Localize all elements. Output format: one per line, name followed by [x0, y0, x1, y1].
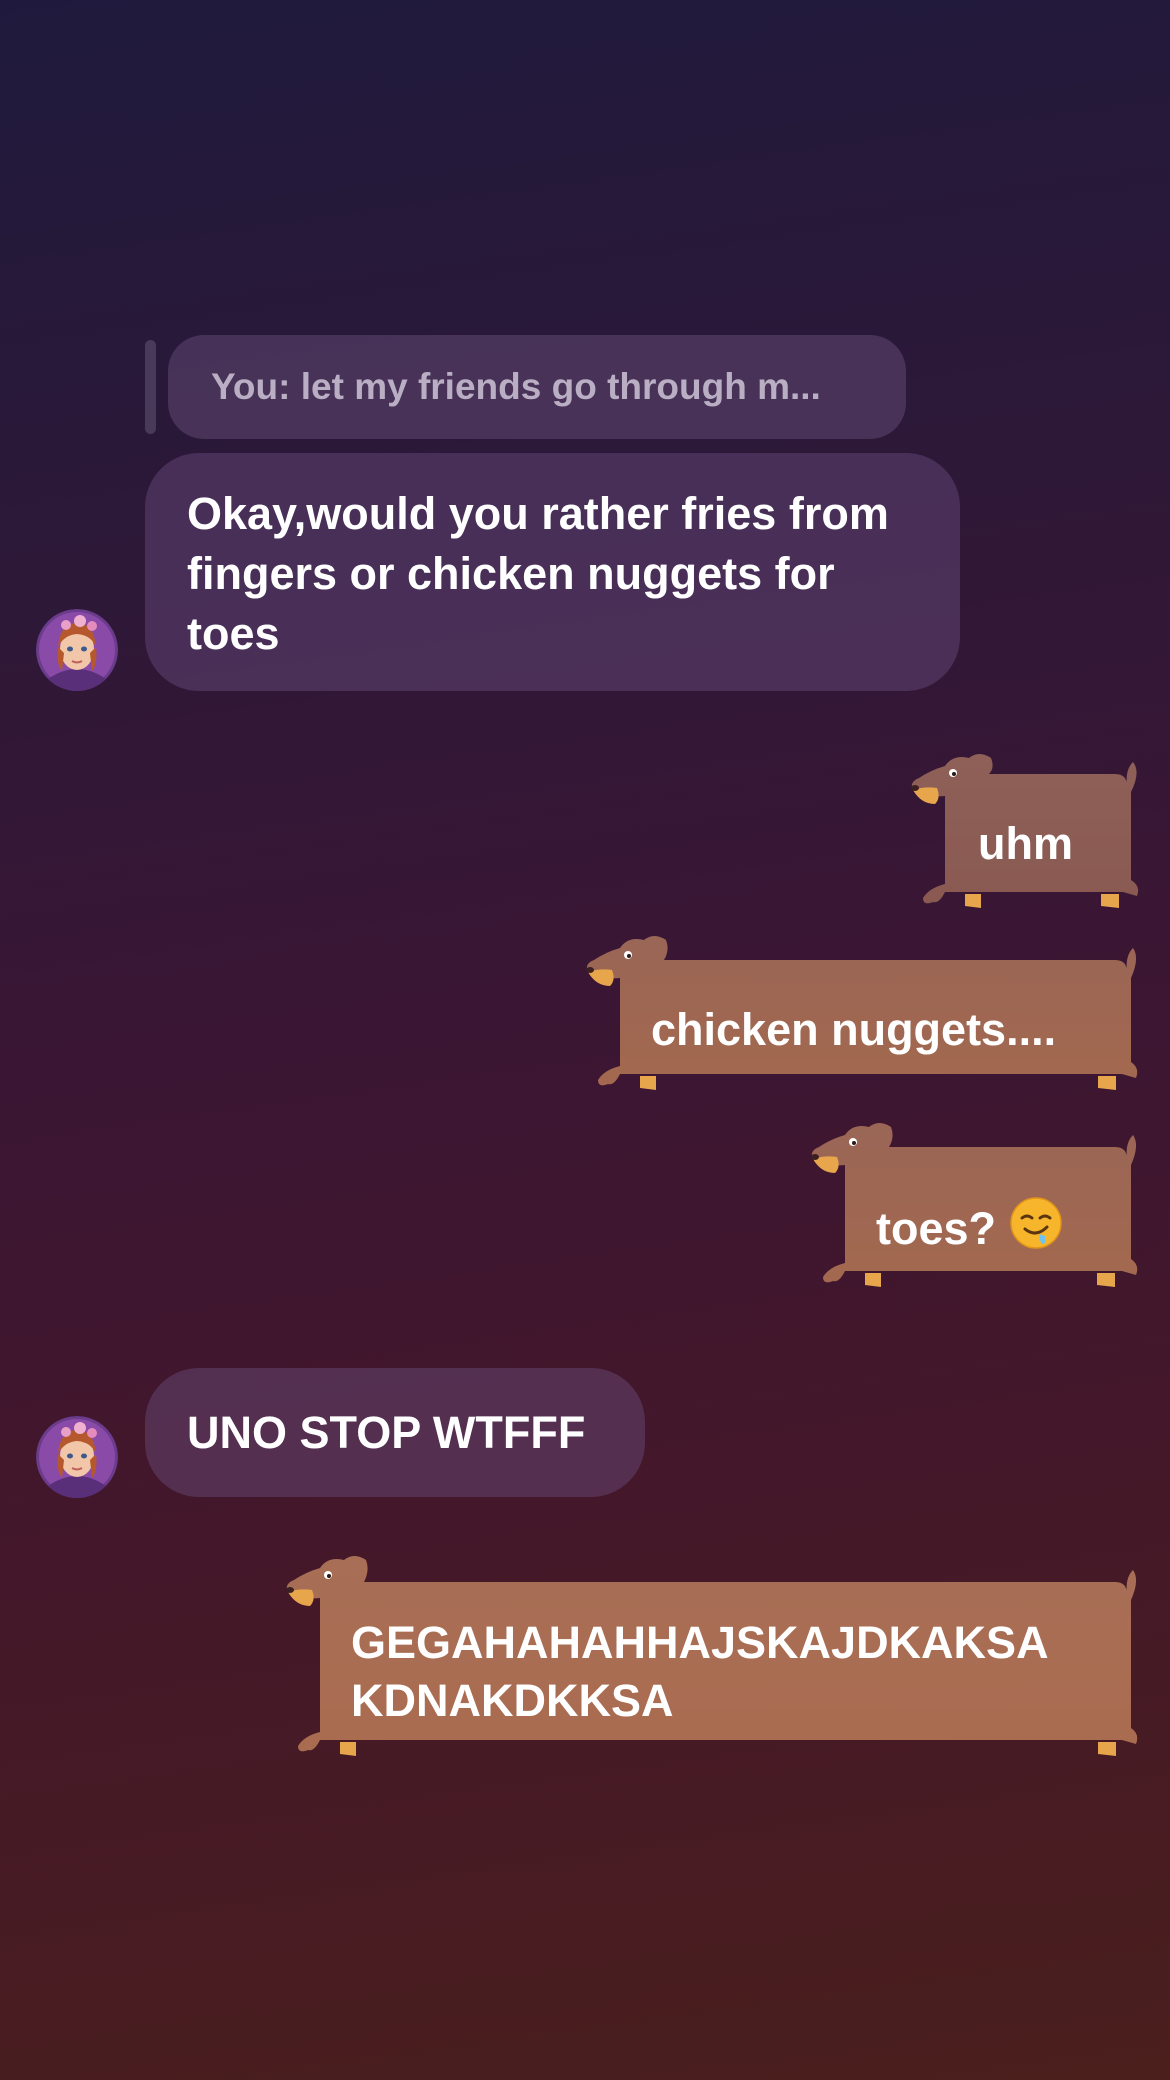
outgoing-message-text: GEGAHAHAHHAJSKAJDKAKSA KDNAKDKKSA — [351, 1617, 1047, 1726]
character-avatar[interactable] — [36, 1416, 118, 1498]
reply-quote[interactable]: You: let my friends go through m... — [168, 335, 906, 439]
outgoing-message-text: uhm — [978, 818, 1073, 869]
avatar-portrait-icon — [36, 1416, 118, 1498]
character-avatar[interactable] — [36, 609, 118, 691]
incoming-message[interactable]: Okay,would you rather fries from fingers… — [145, 453, 960, 691]
reply-indicator-bar — [145, 340, 156, 434]
incoming-message[interactable]: UNO STOP WTFFF — [145, 1368, 645, 1497]
outgoing-message-text: chicken nuggets.... — [651, 1004, 1057, 1055]
drooling-face-icon — [1009, 1196, 1063, 1261]
outgoing-message-text-content: toes? — [876, 1203, 997, 1254]
outgoing-message-text: toes? — [876, 1196, 1063, 1261]
avatar-portrait-icon — [36, 609, 118, 691]
